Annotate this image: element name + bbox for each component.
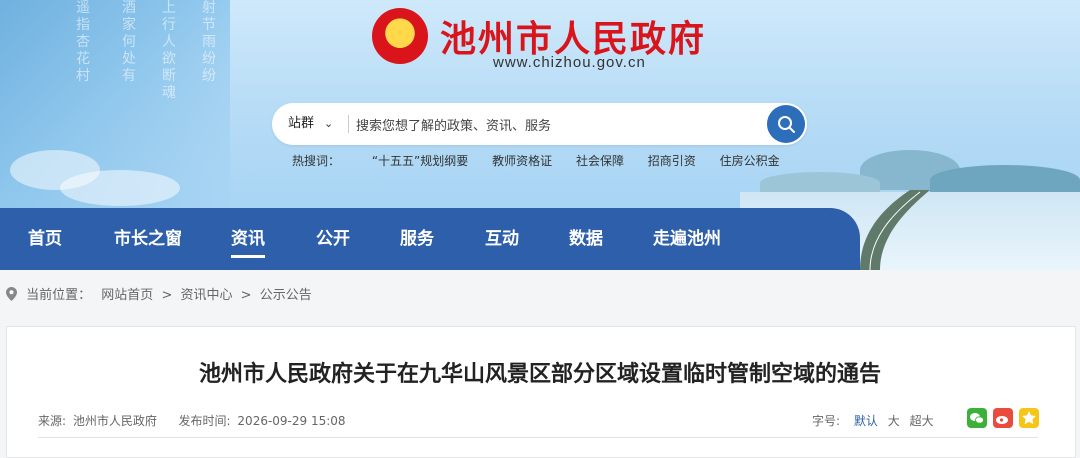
source-label: 来源: <box>38 414 67 428</box>
nav-item-mayor[interactable]: 市长之窗 <box>114 208 182 270</box>
breadcrumb-separator: > <box>240 288 252 303</box>
site-url: www.chizhou.gov.cn <box>493 54 646 71</box>
nav-item-home[interactable]: 首页 <box>28 208 62 270</box>
nav-active-indicator <box>231 255 265 258</box>
breadcrumb-item[interactable]: 网站首页 <box>101 288 153 303</box>
search-input[interactable] <box>354 110 748 140</box>
date-value: 2026-09-29 15:08 <box>237 414 346 428</box>
road-shape <box>860 190 930 270</box>
nav-item-service[interactable]: 服务 <box>400 208 434 270</box>
location-pin-icon <box>6 287 17 301</box>
breadcrumb-separator: > <box>161 288 173 303</box>
calligraphy-line: 酒家何处有 <box>122 0 136 84</box>
nav-item-data[interactable]: 数据 <box>569 208 603 270</box>
source-value: 池州市人民政府 <box>72 414 157 428</box>
search-bar: 站群 ⌄ <box>272 103 807 145</box>
font-size-control: 字号: 默认 大 超大 <box>812 412 940 429</box>
search-button[interactable] <box>767 105 805 143</box>
breadcrumb-item[interactable]: 公示公告 <box>260 288 312 303</box>
font-size-xlarge[interactable]: 超大 <box>910 414 934 428</box>
article-title: 池州市人民政府关于在九华山风景区部分区域设置临时管制空域的通告 <box>198 362 881 387</box>
hot-search: 热搜词： “十五五”规划纲要 教师资格证 社会保障 招商引资 住房公积金 <box>292 152 800 169</box>
font-size-large[interactable]: 大 <box>888 414 900 428</box>
search-icon <box>778 116 795 133</box>
hot-search-term[interactable]: 住房公积金 <box>720 154 780 168</box>
hot-search-term[interactable]: 社会保障 <box>576 154 624 168</box>
calligraphy-line: 遥指杏花村 <box>76 0 90 84</box>
nav-item-tour[interactable]: 走遍池州 <box>653 208 721 270</box>
article-card <box>6 326 1076 458</box>
font-size-default[interactable]: 默认 <box>854 414 878 428</box>
search-scope-select[interactable]: 站群 <box>288 103 314 145</box>
date-label: 发布时间: <box>178 414 231 428</box>
weibo-icon[interactable] <box>993 408 1013 428</box>
main-nav: 首页 市长之窗 资讯 公开 服务 互动 数据 走遍池州 <box>0 208 860 270</box>
search-divider <box>348 115 349 133</box>
hot-search-term[interactable]: 招商引资 <box>648 154 696 168</box>
breadcrumb-label: 当前位置： <box>26 288 92 303</box>
calligraphy-line: 上行人欲断魂 <box>162 0 176 101</box>
header-banner: 遥指杏花村 酒家何处有 上行人欲断魂 射节雨纷纷 池州市人民政府 www.chi… <box>0 0 1080 270</box>
hot-search-term[interactable]: “十五五”规划纲要 <box>372 154 468 168</box>
breadcrumb-item[interactable]: 资讯中心 <box>181 288 233 303</box>
meta-divider <box>38 437 1038 438</box>
wechat-icon[interactable] <box>967 408 987 428</box>
nav-item-open[interactable]: 公开 <box>316 208 350 270</box>
nav-item-news[interactable]: 资讯 <box>231 208 265 270</box>
article-meta: 来源: 池州市人民政府 发布时间: 2026-09-29 15:08 <box>38 412 346 429</box>
hot-search-term[interactable]: 教师资格证 <box>492 154 552 168</box>
chevron-down-icon[interactable]: ⌄ <box>324 103 333 145</box>
nav-item-interaction[interactable]: 互动 <box>485 208 519 270</box>
calligraphy-line: 射节雨纷纷 <box>202 0 216 84</box>
banner-art-left <box>0 0 230 210</box>
breadcrumb: 当前位置： 网站首页 > 资讯中心 > 公示公告 <box>6 284 312 303</box>
national-emblem-icon <box>372 8 428 64</box>
hot-search-label: 热搜词： <box>292 154 341 168</box>
font-size-label: 字号: <box>812 414 841 428</box>
favorite-icon[interactable] <box>1019 408 1039 428</box>
